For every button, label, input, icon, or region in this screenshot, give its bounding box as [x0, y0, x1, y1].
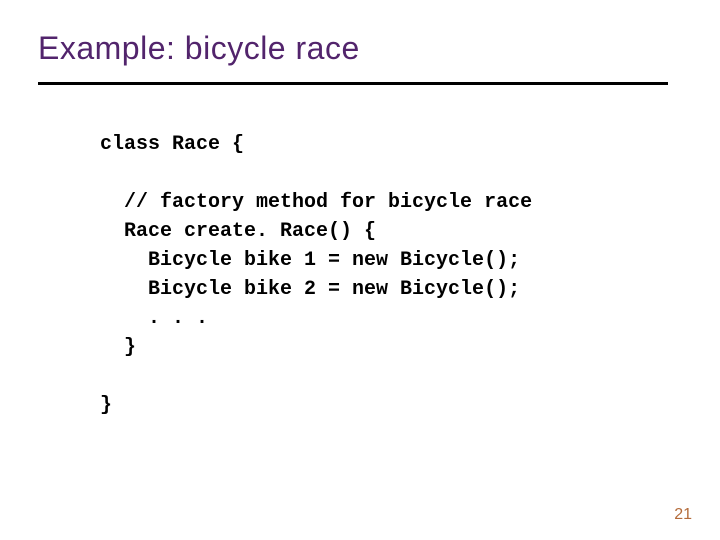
- code-block: class Race { // factory method for bicyc…: [100, 130, 532, 420]
- code-line: }: [100, 336, 136, 359]
- code-line: }: [100, 394, 112, 417]
- code-line: Bicycle bike 2 = new Bicycle();: [100, 278, 520, 301]
- code-line: . . .: [100, 307, 208, 330]
- title-underline: [38, 82, 668, 85]
- page-number: 21: [674, 506, 692, 524]
- code-line: // factory method for bicycle race: [100, 191, 532, 214]
- slide: Example: bicycle race class Race { // fa…: [0, 0, 720, 540]
- slide-title: Example: bicycle race: [38, 30, 360, 67]
- code-line: class Race {: [100, 133, 244, 156]
- code-line: Race create. Race() {: [100, 220, 376, 243]
- code-line: Bicycle bike 1 = new Bicycle();: [100, 249, 520, 272]
